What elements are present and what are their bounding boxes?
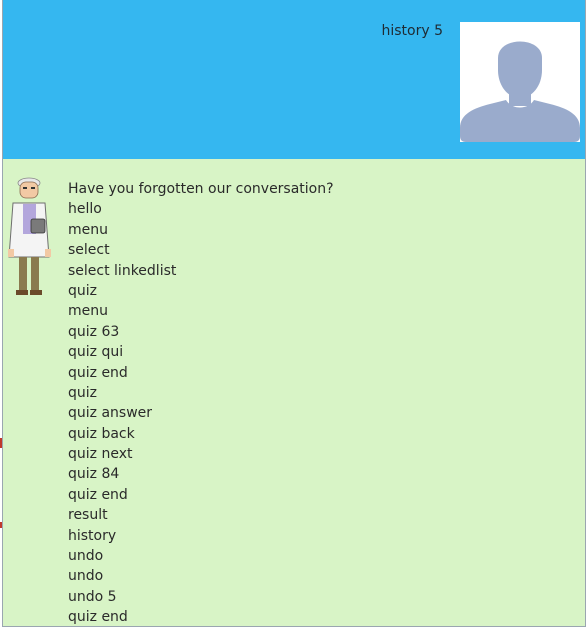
bot-line: select <box>68 242 110 259</box>
bot-line: quiz <box>68 384 97 401</box>
bot-line: quiz end <box>68 609 128 626</box>
bot-line: menu <box>68 303 108 320</box>
bot-line: quiz qui <box>68 344 124 361</box>
bot-line: quiz back <box>68 425 135 442</box>
bot-line: quiz end <box>68 364 128 381</box>
bot-line: undo <box>68 568 104 585</box>
bot-line: quiz 84 <box>68 466 120 483</box>
bot-line: quiz <box>68 282 97 299</box>
bot-line: history <box>68 527 117 544</box>
bot-line: quiz answer <box>68 405 153 422</box>
bot-line: quiz next <box>68 446 133 463</box>
chat-window: history 5 Have you forgotten our convers… <box>2 0 586 627</box>
user-message-panel: history 5 <box>3 0 585 159</box>
bot-response-panel: Have you forgotten our conversation? hell… <box>3 159 585 626</box>
bot-line: quiz 63 <box>68 323 120 340</box>
user-avatar <box>460 22 580 142</box>
bot-line: Have you forgotten our conversation? <box>68 181 334 197</box>
bot-line: hello <box>68 201 102 218</box>
bot-line: undo 5 <box>68 588 117 605</box>
bot-line: quiz end <box>68 486 128 503</box>
user-silhouette-icon <box>460 41 580 142</box>
user-message-text: history 5 <box>381 23 443 39</box>
bot-line: result <box>68 507 108 524</box>
professor-avatar-icon <box>8 177 51 295</box>
bot-line: undo <box>68 548 104 565</box>
bot-response-lines: Have you forgotten our conversation? hell… <box>68 179 334 626</box>
bot-line: select linkedlist <box>68 262 177 279</box>
bot-line: menu <box>68 221 108 238</box>
